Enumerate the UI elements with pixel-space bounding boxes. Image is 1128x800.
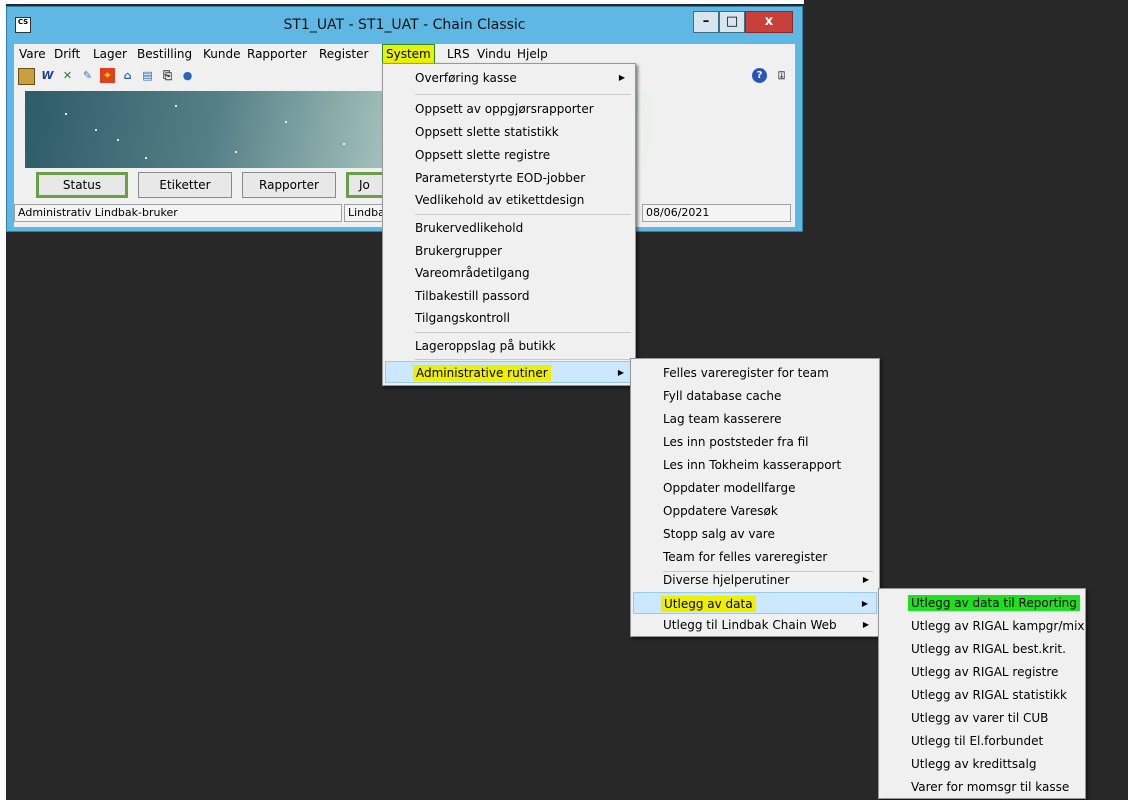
print-preview-icon[interactable]: ⎘ <box>160 68 175 83</box>
menu-item-tilbakestill-passord[interactable]: Tilbakestill passord <box>385 285 633 307</box>
close-icon: x <box>764 14 774 29</box>
menu-vindu[interactable]: Vindu <box>474 45 514 63</box>
submenu-arrow-icon: ▶ <box>862 620 869 629</box>
menu-item-kredittsalg[interactable]: Utlegg av kredittsalg <box>881 753 1083 775</box>
menu-item-utlegg-chain-web[interactable]: Utlegg til Lindbak Chain Web ▶ <box>633 614 877 636</box>
menu-item-slette-registre[interactable]: Oppsett slette registre <box>385 144 633 166</box>
menu-item-lageroppslag[interactable]: Lageroppslag på butikk <box>385 335 633 357</box>
menu-drift[interactable]: Drift <box>51 45 83 63</box>
submenu-arrow-icon: ▶ <box>862 575 869 584</box>
menu-item-administrative-rutiner[interactable]: Administrative rutiner ▶ <box>385 361 633 383</box>
menu-bestilling[interactable]: Bestilling <box>134 45 195 63</box>
menu-item-lag-team-kasserere[interactable]: Lag team kasserere <box>633 408 877 430</box>
status-button[interactable]: Status <box>36 172 128 198</box>
menu-item-label: Diverse hjelperutiner <box>663 573 790 587</box>
calculator-icon[interactable] <box>18 68 35 85</box>
rapporter-button[interactable]: Rapporter <box>242 172 336 198</box>
menu-item-rigal-kampgr[interactable]: Utlegg av RIGAL kampgr/mix <box>881 615 1085 637</box>
menu-lrs[interactable]: LRS <box>444 45 473 63</box>
minimize-icon: – <box>702 14 710 29</box>
menu-item-rigal-registre[interactable]: Utlegg av RIGAL registre <box>881 661 1083 683</box>
maximize-button[interactable]: □ <box>719 11 745 33</box>
menu-item-poststeder[interactable]: Les inn poststeder fra fil <box>633 431 877 453</box>
word-icon[interactable]: W <box>40 68 55 83</box>
menu-item-eod-jobber[interactable]: Parameterstyrte EOD-jobber <box>385 167 633 189</box>
close-button[interactable]: x <box>745 11 793 33</box>
excel-icon[interactable]: ✕ <box>60 68 75 83</box>
jobber-button[interactable]: Jo <box>346 172 386 198</box>
menu-register[interactable]: Register <box>316 45 371 63</box>
menu-item-felles-vareregister[interactable]: Felles vareregister for team <box>633 362 877 384</box>
menu-item-utlegg-reporting[interactable]: Utlegg av data til Reporting <box>881 592 1083 614</box>
menu-item-oppgjorsrapporter[interactable]: Oppsett av oppgjørsrapporter <box>385 98 633 120</box>
globe-icon[interactable]: ● <box>180 68 195 83</box>
menu-separator <box>415 332 631 333</box>
menu-item-etikettdesign[interactable]: Vedlikehold av etikettdesign <box>385 189 633 211</box>
menu-separator <box>415 214 631 215</box>
help-icon[interactable]: ? <box>752 68 767 83</box>
utlegg-av-data-menu: Utlegg av data til Reporting Utlegg av R… <box>878 588 1086 799</box>
submenu-arrow-icon: ▶ <box>618 73 625 82</box>
title-bar[interactable]: CS ST1_UAT - ST1_UAT - Chain Classic – □… <box>7 7 802 43</box>
status-lindbak: Lindbak <box>344 204 384 222</box>
menu-item-brukergrupper[interactable]: Brukergrupper <box>385 240 633 262</box>
exit-door-icon[interactable]: ⍗ <box>774 68 789 83</box>
menu-item-momsgr-kasse[interactable]: Varer for momsgr til kasse <box>881 776 1083 798</box>
system-menu: Overføring kasse ▶ Oppsett av oppgjørsra… <box>382 63 636 386</box>
admin-rutiner-menu: Felles vareregister for team Fyll databa… <box>630 358 880 637</box>
menu-kunde[interactable]: Kunde <box>200 45 243 63</box>
menu-item-varer-cub[interactable]: Utlegg av varer til CUB <box>881 707 1083 729</box>
minimize-button[interactable]: – <box>693 11 719 33</box>
menu-item-brukervedlikehold[interactable]: Brukervedlikehold <box>385 217 633 239</box>
menu-item-label: Administrative rutiner <box>413 365 551 381</box>
menu-item-diverse-hjelperutiner[interactable]: Diverse hjelperutiner ▶ <box>633 569 877 591</box>
menu-item-oppdatere-varesok[interactable]: Oppdatere Varesøk <box>633 500 877 522</box>
menu-item-stopp-salg[interactable]: Stopp salg av vare <box>633 523 877 545</box>
maximize-icon: □ <box>725 14 739 29</box>
menu-rapporter[interactable]: Rapporter <box>244 45 310 63</box>
menu-item-tokheim-kasserapport[interactable]: Les inn Tokheim kasserapport <box>633 454 877 476</box>
menu-lager[interactable]: Lager <box>90 45 130 63</box>
status-date: 08/06/2021 <box>642 204 791 222</box>
menu-system[interactable]: System <box>382 44 435 64</box>
shield-icon[interactable]: ✦ <box>100 68 115 83</box>
submenu-arrow-icon: ▶ <box>861 599 868 608</box>
menu-item-tilgangskontroll[interactable]: Tilgangskontroll <box>385 307 633 329</box>
menu-item-rigal-statistikk[interactable]: Utlegg av RIGAL statistikk <box>881 684 1083 706</box>
menu-item-slette-statistikk[interactable]: Oppsett slette statistikk <box>385 121 633 143</box>
status-user: Administrativ Lindbak-bruker <box>14 204 342 222</box>
menu-item-team-felles-vareregister[interactable]: Team for felles vareregister <box>633 546 877 568</box>
desktop-edge-top <box>0 0 804 4</box>
submenu-arrow-icon: ▶ <box>617 368 624 377</box>
menu-item-elforbundet[interactable]: Utlegg til El.forbundet <box>881 730 1083 752</box>
menu-hjelp[interactable]: Hjelp <box>514 45 551 63</box>
menu-item-utlegg-av-data[interactable]: Utlegg av data ▶ <box>633 592 877 614</box>
menu-item-vareomradetilgang[interactable]: Vareområdetilgang <box>385 262 633 284</box>
menu-item-label: Utlegg av data til Reporting <box>908 595 1080 611</box>
menu-item-overforing-kasse[interactable]: Overføring kasse ▶ <box>385 67 633 89</box>
menu-item-label: Overføring kasse <box>415 71 517 85</box>
menu-item-oppdater-modellfarge[interactable]: Oppdater modellfarge <box>633 477 877 499</box>
menu-item-label: Utlegg av data <box>661 596 756 612</box>
menu-bar: Vare Drift Lager Bestilling Kunde Rappor… <box>14 44 795 64</box>
menu-separator <box>415 94 631 95</box>
menu-separator <box>415 359 631 360</box>
menu-item-label: Utlegg til Lindbak Chain Web <box>663 618 837 632</box>
document-icon[interactable]: ▤ <box>140 68 155 83</box>
home-icon[interactable]: ⌂ <box>120 68 135 83</box>
menu-vare[interactable]: Vare <box>16 45 49 63</box>
menu-item-fyll-database-cache[interactable]: Fyll database cache <box>633 385 877 407</box>
edit-icon[interactable]: ✎ <box>80 68 95 83</box>
etiketter-button[interactable]: Etiketter <box>138 172 232 198</box>
menu-item-rigal-bestkrit[interactable]: Utlegg av RIGAL best.krit. <box>881 638 1083 660</box>
window-title: ST1_UAT - ST1_UAT - Chain Classic <box>283 17 526 33</box>
